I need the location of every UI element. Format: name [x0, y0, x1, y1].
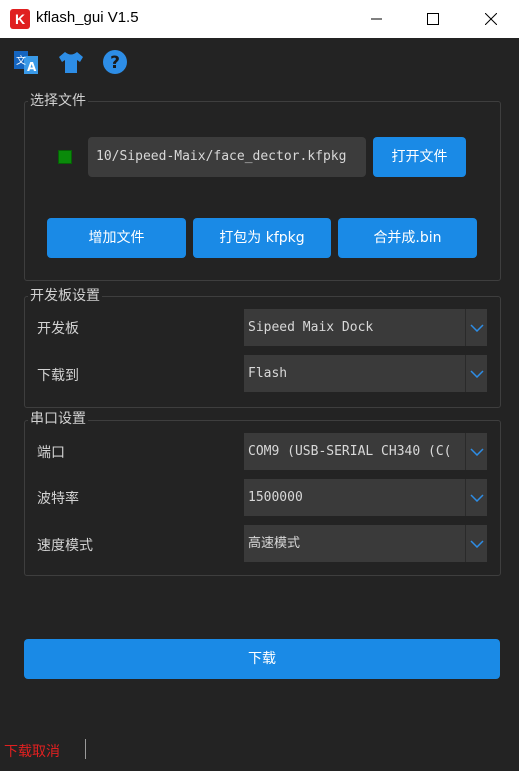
speed-label: 速度模式: [37, 538, 93, 554]
svg-text:?: ?: [110, 53, 120, 73]
translate-icon[interactable]: 文 A: [12, 48, 40, 76]
minimize-icon: [371, 18, 382, 20]
baud-select-value: 1500000: [248, 490, 303, 505]
chevron-down-icon[interactable]: [465, 479, 487, 516]
add-file-button[interactable]: 增加文件: [47, 218, 186, 258]
file-group-title: 选择文件: [28, 92, 88, 110]
file-path-field[interactable]: 10/Sipeed-Maix/face_dector.kfpkg: [88, 137, 366, 177]
shirt-icon[interactable]: [57, 48, 85, 76]
serial-group-title: 串口设置: [28, 410, 88, 428]
open-file-button[interactable]: 打开文件: [373, 137, 466, 177]
target-select[interactable]: Flash: [244, 355, 487, 392]
status-separator: [85, 739, 86, 759]
port-label: 端口: [37, 445, 65, 461]
merge-bin-button[interactable]: 合并成.bin: [338, 218, 477, 258]
app-logo: K: [10, 9, 30, 29]
port-select-value: COM9 (USB-SERIAL CH340 (C(: [248, 444, 452, 459]
baud-label: 波特率: [37, 491, 79, 507]
board-label: 开发板: [37, 321, 79, 337]
speed-select-value: 高速模式: [248, 536, 301, 551]
close-icon: [485, 13, 497, 25]
maximize-icon: [427, 13, 439, 25]
chevron-down-icon[interactable]: [465, 433, 487, 470]
port-select[interactable]: COM9 (USB-SERIAL CH340 (C(: [244, 433, 487, 470]
minimize-button[interactable]: [349, 0, 405, 38]
svg-text:文: 文: [16, 54, 26, 67]
board-select[interactable]: Sipeed Maix Dock: [244, 309, 487, 346]
board-select-value: Sipeed Maix Dock: [248, 320, 374, 335]
status-text: 下载取消: [4, 744, 60, 760]
svg-text:A: A: [27, 60, 37, 74]
download-button[interactable]: 下载: [24, 639, 500, 679]
title-bar: K kflash_gui V1.5: [0, 0, 519, 38]
pack-kfpkg-button[interactable]: 打包为 kfpkg: [193, 218, 331, 258]
window-title: kflash_gui V1.5: [36, 9, 139, 26]
maximize-button[interactable]: [405, 0, 461, 38]
close-button[interactable]: [463, 0, 519, 38]
help-icon[interactable]: ?: [101, 48, 129, 76]
target-select-value: Flash: [248, 366, 288, 381]
status-indicator: [58, 150, 72, 164]
speed-select[interactable]: 高速模式: [244, 525, 487, 562]
chevron-down-icon[interactable]: [465, 309, 487, 346]
board-group-title: 开发板设置: [28, 287, 102, 305]
target-label: 下载到: [37, 368, 79, 384]
chevron-down-icon[interactable]: [465, 525, 487, 562]
baud-select[interactable]: 1500000: [244, 479, 487, 516]
chevron-down-icon[interactable]: [465, 355, 487, 392]
